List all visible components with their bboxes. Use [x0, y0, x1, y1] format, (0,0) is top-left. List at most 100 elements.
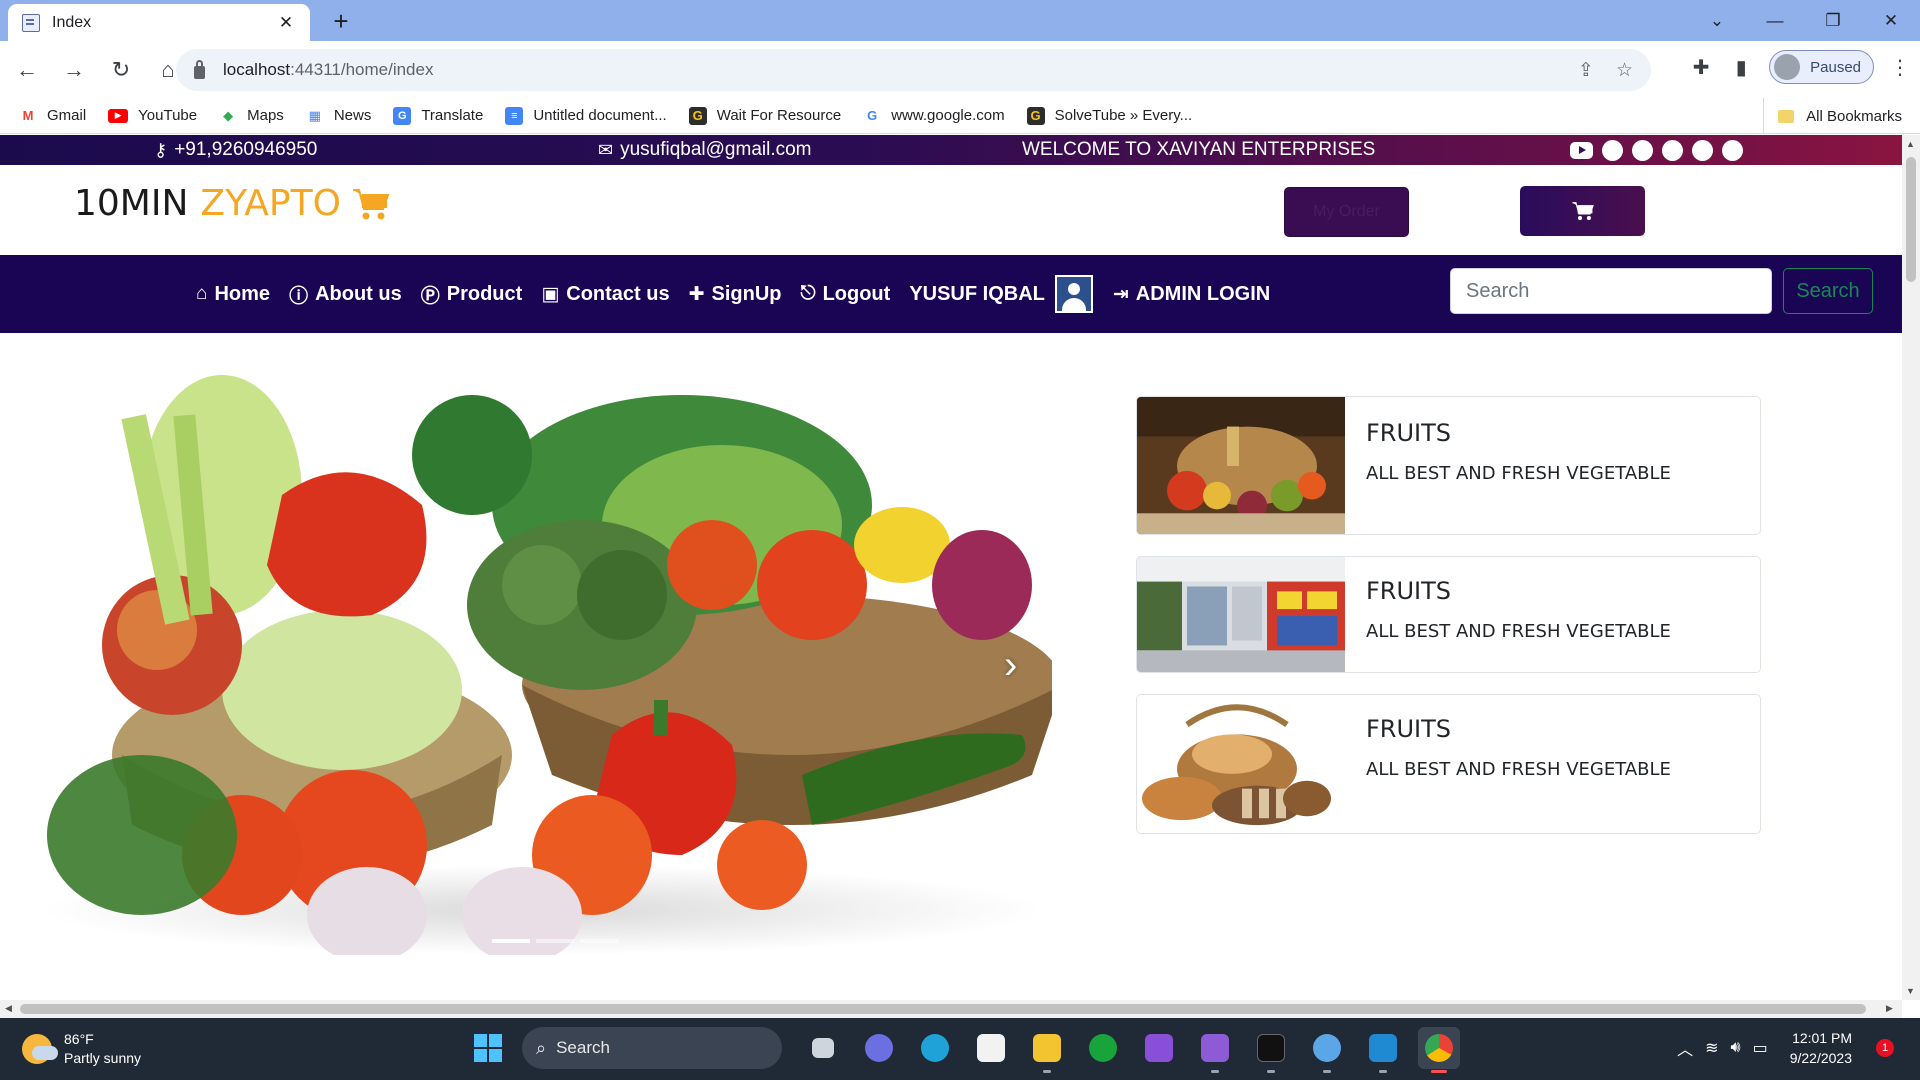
horizontal-scroll-thumb[interactable]	[20, 1004, 1866, 1014]
minimize-window-icon[interactable]: —	[1746, 0, 1804, 41]
carousel-next-chevron-icon[interactable]: ›	[1004, 643, 1017, 688]
carousel-indicator-1[interactable]	[492, 939, 530, 943]
card-title: FRUITS	[1366, 577, 1452, 605]
bookmark-translate[interactable]: G Translate	[393, 106, 483, 125]
nav-admin-login[interactable]: ⇥ ADMIN LOGIN	[1113, 283, 1270, 306]
vscode-icon[interactable]	[1362, 1027, 1404, 1073]
main-navigation: ⌂ Home ⓘ About us Ⓟ Product ▣ Contact us ✚ Si…	[0, 255, 1902, 333]
gmail-icon: M	[22, 108, 34, 123]
tab-search-chevron-icon[interactable]: ⌄	[1688, 0, 1746, 41]
bookmark-solvetube[interactable]: G SolveTube » Every...	[1026, 106, 1192, 125]
microsoft-store-icon[interactable]	[970, 1027, 1012, 1069]
cart-icon	[1571, 202, 1594, 221]
share-icon[interactable]: ⇪	[1578, 59, 1594, 82]
nav-product[interactable]: Ⓟ Product	[421, 281, 523, 308]
taskbar-search[interactable]: ⌕ Search	[522, 1027, 782, 1069]
bookmark-google[interactable]: Gwww.google.com	[863, 107, 1004, 125]
email-contact: ✉ yusufiqbal@gmail.com	[598, 139, 812, 160]
facebook-icon[interactable]	[1602, 140, 1623, 161]
nav-logout[interactable]: ⎋ Logout	[801, 283, 891, 306]
product-card[interactable]: FRUITS ALL BEST AND FRESH VEGETABLE	[1136, 556, 1761, 673]
visual-studio-icon[interactable]	[1194, 1027, 1236, 1073]
bookmark-news[interactable]: ▦ News	[306, 107, 372, 125]
close-window-icon[interactable]: ✕	[1862, 0, 1920, 41]
edge-browser-icon[interactable]	[914, 1027, 956, 1069]
vertical-scrollbar[interactable]: ▲ ▼	[1902, 135, 1920, 1000]
hero-carousel[interactable]: ›	[22, 355, 1062, 963]
bookmark-maps[interactable]: ◆ Maps	[219, 107, 284, 125]
restore-window-icon[interactable]: ❐	[1804, 0, 1862, 41]
all-bookmarks-button[interactable]: All Bookmarks	[1763, 98, 1902, 134]
nav-contact-us[interactable]: ▣ Contact us	[541, 283, 669, 306]
battery-icon[interactable]: ▭	[1753, 1038, 1768, 1058]
bread-basket-image	[1137, 695, 1345, 833]
new-tab-button[interactable]: +	[326, 6, 356, 37]
task-view-icon[interactable]	[802, 1027, 844, 1069]
nav-username[interactable]: YUSUF IQBAL	[909, 283, 1045, 306]
scroll-up-icon[interactable]: ▲	[1906, 139, 1915, 149]
forward-arrow-icon[interactable]: →	[54, 50, 94, 90]
file-explorer-icon[interactable]	[1026, 1027, 1068, 1073]
my-order-button[interactable]: My Order	[1284, 187, 1409, 237]
bookmark-wait-for-resource[interactable]: G Wait For Resource	[688, 106, 841, 125]
side-panel-icon[interactable]: ▮	[1729, 55, 1753, 80]
carousel-indicator-2[interactable]	[536, 939, 574, 943]
envelope-icon: ✉	[598, 139, 614, 160]
url-text[interactable]: localhost:44311/home/index	[223, 60, 1578, 80]
wifi-icon[interactable]: ≋	[1705, 1038, 1718, 1058]
vegetable-basket-image	[42, 375, 1062, 963]
reload-icon[interactable]: ↻	[101, 50, 141, 90]
cart-button[interactable]	[1520, 186, 1645, 236]
app-purple-icon[interactable]	[1138, 1027, 1180, 1069]
nav-about-us[interactable]: ⓘ About us	[289, 281, 402, 308]
bookmark-youtube[interactable]: ▶ YouTube	[108, 107, 197, 124]
scroll-left-icon[interactable]: ◀	[5, 1003, 12, 1014]
horizontal-scrollbar[interactable]: ◀ ▶	[0, 1000, 1902, 1018]
notification-badge[interactable]: 1	[1876, 1039, 1894, 1057]
browser-tab[interactable]: Index ✕	[8, 4, 310, 41]
address-bar[interactable]: localhost:44311/home/index ⇪ ☆	[176, 49, 1651, 91]
carousel-indicators	[492, 939, 618, 943]
globe-app-icon[interactable]	[1306, 1027, 1348, 1073]
back-arrow-icon[interactable]: ←	[7, 50, 47, 90]
browser-toolbar: ← → ↻ ⌂ localhost:44311/home/index ⇪ ☆ ✚…	[0, 41, 1920, 98]
bookmark-star-icon[interactable]: ☆	[1616, 59, 1633, 82]
github-icon[interactable]	[1692, 140, 1713, 161]
translate-icon: G	[393, 106, 412, 125]
windows-start-icon[interactable]	[474, 1034, 502, 1062]
user-avatar-icon[interactable]	[1054, 275, 1093, 313]
card-text: ALL BEST AND FRESH VEGETABLE	[1366, 621, 1671, 642]
youtube-icon[interactable]	[1570, 142, 1593, 159]
terminal-icon[interactable]	[1250, 1027, 1292, 1073]
messenger-icon[interactable]	[1722, 140, 1743, 161]
product-card[interactable]: FRUITS ALL BEST AND FRESH VEGETABLE	[1136, 396, 1761, 535]
carousel-indicator-3[interactable]	[580, 939, 618, 943]
nav-home[interactable]: ⌂ Home	[196, 283, 270, 306]
bookmark-untitled-document[interactable]: ≡ Untitled document...	[505, 106, 667, 125]
profile-button[interactable]: Paused	[1769, 50, 1874, 84]
xbox-icon[interactable]	[1082, 1027, 1124, 1069]
chrome-icon[interactable]	[1418, 1027, 1460, 1073]
product-card[interactable]: FRUITS ALL BEST AND FRESH VEGETABLE	[1136, 694, 1761, 834]
clock[interactable]: 12:01 PM 9/22/2023	[1790, 1028, 1852, 1068]
nav-signup[interactable]: ✚ SignUp	[689, 283, 782, 306]
lock-icon[interactable]	[194, 59, 205, 79]
weather-widget[interactable]: 86°F Partly sunny	[22, 1030, 141, 1068]
site-logo[interactable]: 10MIN ZYAPTO	[74, 183, 391, 224]
user-plus-icon: ✚	[688, 283, 705, 305]
extensions-puzzle-icon[interactable]: ✚	[1689, 55, 1713, 80]
search-input[interactable]	[1450, 268, 1772, 314]
search-button[interactable]: Search	[1783, 268, 1873, 314]
teams-chat-icon[interactable]	[858, 1027, 900, 1069]
volume-icon[interactable]: 🔊︎	[1730, 1039, 1740, 1057]
scroll-down-icon[interactable]: ▼	[1906, 986, 1915, 996]
close-tab-icon[interactable]: ✕	[276, 13, 296, 33]
whatsapp-icon[interactable]	[1632, 140, 1653, 161]
youtube-icon: ▶	[108, 108, 129, 123]
twitter-icon[interactable]	[1662, 140, 1683, 161]
menu-kebab-icon[interactable]: ⋮	[1890, 55, 1910, 80]
bookmark-gmail[interactable]: M Gmail	[19, 107, 87, 125]
chevron-up-icon[interactable]: ︿	[1677, 1036, 1693, 1060]
scroll-right-icon[interactable]: ▶	[1886, 1003, 1893, 1014]
vertical-scroll-thumb[interactable]	[1906, 157, 1916, 282]
